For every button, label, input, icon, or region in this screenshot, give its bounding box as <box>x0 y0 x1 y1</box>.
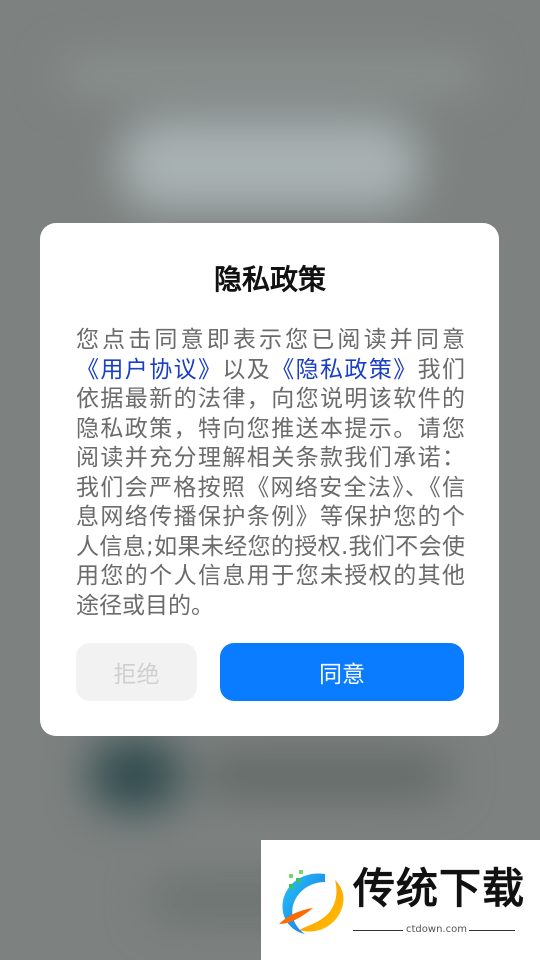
watermark: 传统下载 ctdown.com <box>261 840 540 960</box>
privacy-policy-link[interactable]: 《隐私政策》 <box>271 357 417 383</box>
divider <box>469 930 515 931</box>
brand-text: 传统下载 <box>353 864 526 913</box>
dialog-title: 隐私政策 <box>213 263 326 296</box>
dialog-body: 您点击同意即表示您已阅读并同意《用户协议》以及《隐私政策》我们依据最新的法律，向… <box>76 326 465 621</box>
bg-blob <box>60 60 480 90</box>
body-rest: 我们依据最新的法律，向您说明该软件的隐私政策，特向您推送本提示。请您阅读并充分理… <box>76 356 466 619</box>
brand-url: ctdown.com <box>406 924 467 935</box>
bg-blob <box>120 120 420 210</box>
reject-button[interactable]: 拒绝 <box>76 643 197 701</box>
brand-logo-icon <box>279 870 344 934</box>
body-and-text: 以及 <box>222 356 272 383</box>
bg-blob <box>200 755 450 795</box>
bg-blob <box>90 740 180 810</box>
user-agreement-link[interactable]: 《用户协议》 <box>76 357 222 383</box>
agree-button[interactable]: 同意 <box>220 643 464 701</box>
body-intro: 您点击同意即表示您已阅读并同意 <box>76 327 465 353</box>
divider <box>353 930 403 931</box>
screen: 隐私政策 您点击同意即表示您已阅读并同意《用户协议》以及《隐私政策》我们依据最新… <box>0 0 540 960</box>
